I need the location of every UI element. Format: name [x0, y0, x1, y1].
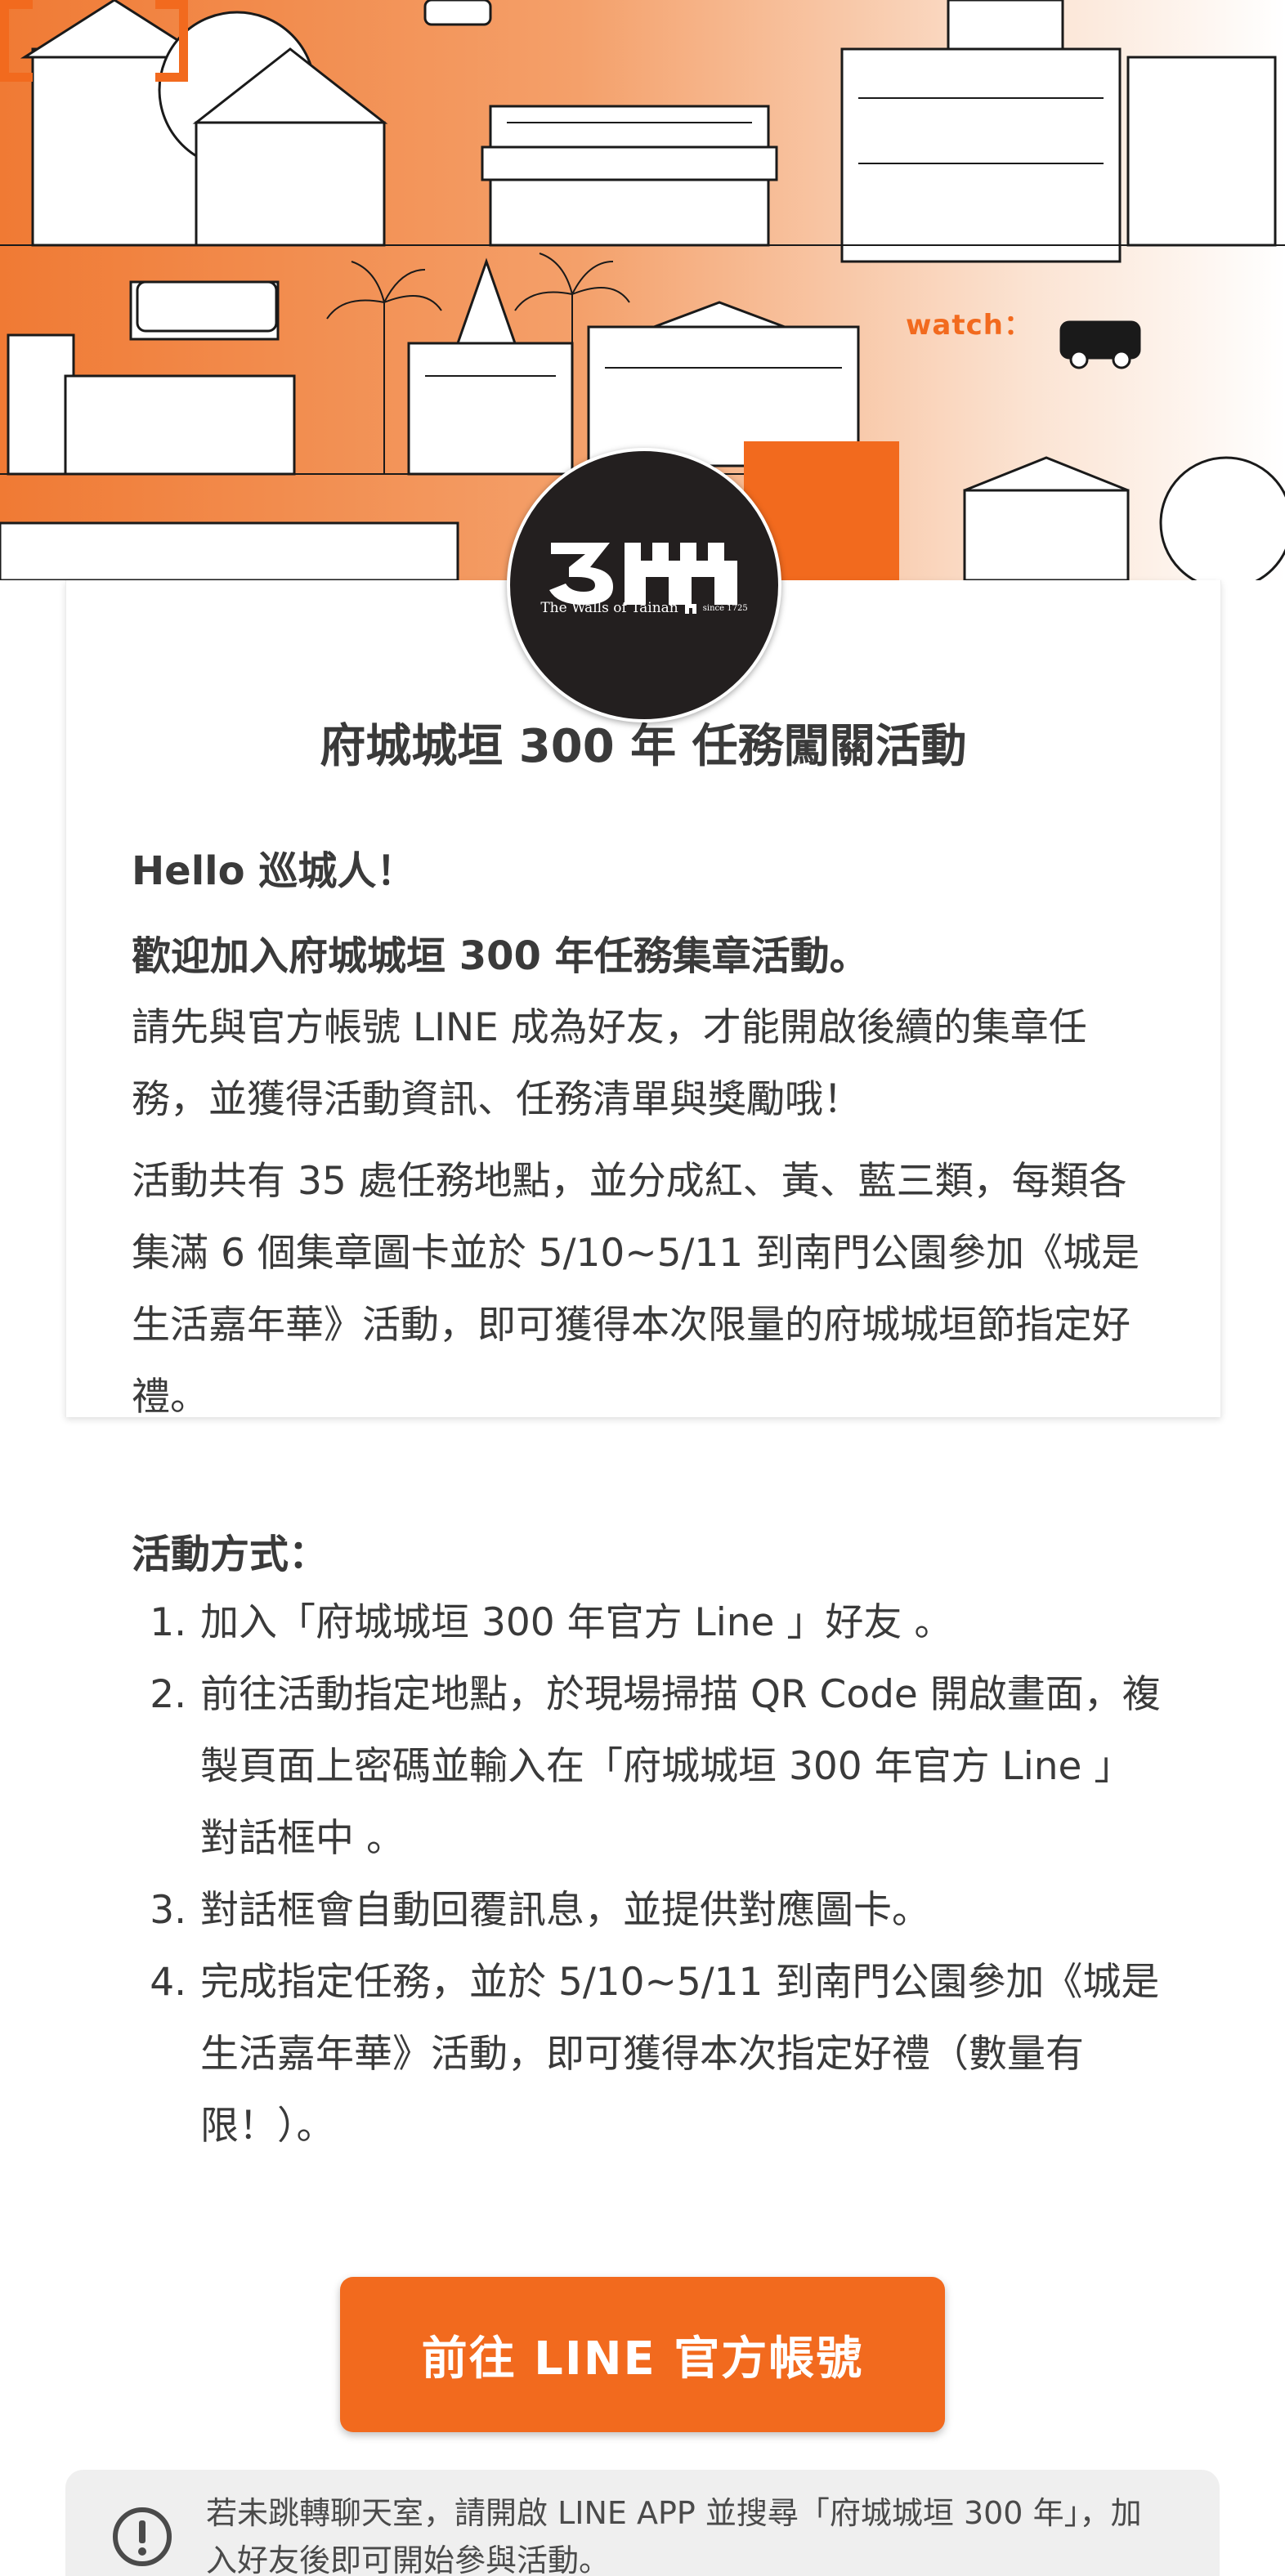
step-item: 完成指定任務，並於 5/10~5/11 到南門公園參加《城是生活嘉年華》活動，即… [199, 1947, 1162, 2162]
logo-name: The Walls of Tainan [540, 600, 678, 616]
step-item: 對話框會自動回覆訊息，並提供對應圖卡。 [199, 1875, 1162, 1947]
logo-300-mark-icon [549, 543, 737, 605]
notice-text: 若未跳轉聊天室，請開啟 LINE APP 並搜尋「府城城垣 300 年」，加入好… [206, 2495, 1142, 2576]
gate-icon [684, 604, 696, 614]
card-content: Hello 巡城人！ 歡迎加入府城城垣 300 年任務集章活動。 請先與官方帳號… [132, 842, 1162, 2162]
notice-box: 若未跳轉聊天室，請開啟 LINE APP 並搜尋「府城城垣 300 年」，加入好… [65, 2470, 1220, 2576]
step-item: 加入「府城城垣 300 年官方 Line 」好友 。 [199, 1587, 1162, 1659]
page-title: 府城城垣 300 年 任務闖關活動 [320, 720, 967, 773]
orange-bracket-icon [0, 0, 188, 82]
step-item: 前往活動指定地點，於現場掃描 QR Code 開啟畫面，複製頁面上密碼並輸入在「… [199, 1659, 1162, 1875]
logo-caption: The Walls of Tainan since 1725 [533, 600, 755, 616]
welcome-text: 歡迎加入府城城垣 300 年任務集章活動。 [132, 933, 869, 979]
page: watch： The Walls of Tainan since 1725 府城… [0, 0, 1285, 2576]
greeting-text: Hello 巡城人！ [132, 848, 416, 894]
watch-label: watch： [906, 309, 1032, 342]
steps-list: 加入「府城城垣 300 年官方 Line 」好友 。 前往活動指定地點，於現場掃… [132, 1587, 1162, 2162]
intro-paragraph: 請先與官方帳號 LINE 成為好友，才能開啟後續的集章任務，並獲得活動資訊、任務… [132, 1005, 1087, 1122]
method-heading: 活動方式： [132, 1532, 329, 1577]
walls-of-tainan-logo: The Walls of Tainan since 1725 [507, 448, 781, 722]
alert-circle-icon [113, 2507, 172, 2566]
logo-since: since 1725 [702, 603, 748, 613]
open-line-official-account-button[interactable]: 前往 LINE 官方帳號 [340, 2277, 945, 2432]
event-details-paragraph: 活動共有 35 處任務地點，並分成紅、黃、藍三類，每類各集滿 6 個集章圖卡並於… [132, 1159, 1140, 1420]
